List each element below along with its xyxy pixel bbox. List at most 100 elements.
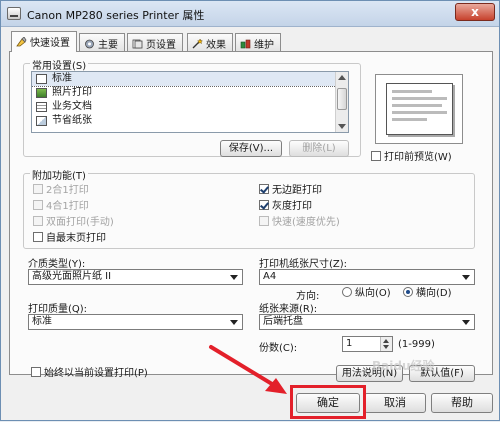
paper-source-select[interactable]: 后端托盘: [259, 314, 475, 330]
ok-button[interactable]: 确定: [296, 393, 360, 413]
quick-setup-icon: [16, 37, 27, 47]
paper-size-value: A4: [263, 271, 277, 282]
chevron-down-icon: [462, 275, 470, 280]
paper-size-label: 打印机纸张尺寸(Z):: [259, 259, 348, 270]
scroll-down-icon[interactable]: [338, 124, 346, 129]
checkbox[interactable]: [33, 200, 43, 210]
tab-effects[interactable]: 效果: [187, 33, 233, 51]
maintenance-icon: [240, 39, 251, 49]
paper-source-label: 纸张来源(R):: [259, 304, 318, 315]
grayscale-print-checkbox[interactable]: 灰度打印: [259, 200, 312, 214]
scroll-thumb[interactable]: [337, 88, 347, 110]
tab-label: 维护: [254, 40, 274, 51]
printer-icon: [7, 7, 21, 20]
print-quality-label: 打印质量(Q):: [28, 304, 88, 315]
chevron-down-icon[interactable]: [383, 345, 389, 349]
borderless-print-checkbox[interactable]: 无边距打印: [259, 184, 322, 198]
checkbox-label: 始终以当前设置打印(P): [44, 368, 148, 379]
radio-label: 纵向(O): [355, 288, 391, 299]
checkbox[interactable]: [259, 216, 269, 226]
watermark-text: Baidu经验: [372, 359, 435, 373]
tab-label: 效果: [206, 40, 226, 51]
spinner-buttons[interactable]: [380, 337, 392, 351]
document-icon: [36, 74, 47, 84]
checkbox[interactable]: [33, 184, 43, 194]
save-button[interactable]: 保存(V)...: [220, 140, 282, 157]
checkbox[interactable]: [33, 232, 43, 242]
radio[interactable]: [403, 287, 413, 297]
photo-icon: [36, 88, 47, 98]
list-item-label: 业务文档: [52, 101, 92, 112]
paper-saving-icon: [36, 116, 47, 126]
preview-before-print-checkbox[interactable]: 打印前预览(W): [371, 151, 452, 165]
tab-maintenance[interactable]: 维护: [235, 33, 281, 51]
chevron-down-icon: [230, 320, 238, 325]
print-from-last-page-checkbox[interactable]: 自最末页打印: [33, 232, 106, 246]
tab-label: 页设置: [146, 40, 176, 51]
checkbox-label: 灰度打印: [272, 201, 312, 212]
list-item-label: 节省纸张: [52, 115, 92, 126]
chevron-down-icon: [462, 320, 470, 325]
checkbox-label: 打印前预览(W): [384, 152, 452, 163]
paper-preview: [375, 74, 463, 144]
page-setup-icon: [132, 39, 143, 49]
tab-label: 快速设置: [30, 38, 70, 49]
chevron-down-icon: [230, 275, 238, 280]
print-quality-value: 标准: [32, 316, 52, 327]
paper-size-select[interactable]: A4: [259, 269, 475, 285]
media-type-select[interactable]: 高级光面照片纸 II: [28, 269, 243, 285]
checkbox[interactable]: [31, 367, 41, 377]
print-quality-select[interactable]: 标准: [28, 314, 243, 330]
copies-value: 1: [346, 338, 353, 349]
copies-label: 份数(C):: [259, 343, 298, 354]
close-button[interactable]: x: [455, 3, 495, 21]
list-item[interactable]: 业务文档: [32, 100, 348, 114]
checkbox[interactable]: [259, 200, 269, 210]
printer-properties-window: Canon MP280 series Printer 属性 x 快速设置 主要 …: [0, 0, 500, 421]
duplex-manual-checkbox[interactable]: 双面打印(手动): [33, 216, 114, 230]
common-settings-list[interactable]: 标准 照片打印 业务文档 节省纸张: [31, 71, 349, 133]
list-scrollbar[interactable]: [335, 72, 348, 132]
tab-quick-setup[interactable]: 快速设置: [11, 31, 77, 52]
list-item-label: 标准: [52, 73, 72, 84]
checkbox[interactable]: [371, 151, 381, 161]
title-bar[interactable]: Canon MP280 series Printer 属性 x: [1, 1, 499, 27]
checkbox[interactable]: [259, 184, 269, 194]
common-settings-label: 常用设置(S): [30, 57, 89, 72]
always-print-current-settings-checkbox[interactable]: 始终以当前设置打印(P): [31, 367, 148, 381]
chevron-up-icon[interactable]: [383, 339, 389, 343]
checkbox-label: 自最末页打印: [46, 233, 106, 244]
effects-icon: [192, 39, 203, 49]
radio-label: 横向(D): [416, 288, 452, 299]
list-item[interactable]: 标准: [32, 72, 348, 87]
checkbox-label: 2合1打印: [46, 185, 89, 196]
list-item[interactable]: 照片打印: [32, 86, 348, 100]
checkbox-label: 双面打印(手动): [46, 217, 114, 228]
portrait-radio[interactable]: 纵向(O): [342, 287, 391, 301]
list-item-label: 照片打印: [52, 87, 92, 98]
cancel-button[interactable]: 取消: [364, 393, 426, 413]
list-item[interactable]: 节省纸张: [32, 114, 348, 128]
help-button[interactable]: 帮助: [431, 393, 493, 413]
tab-main[interactable]: 主要: [79, 33, 125, 51]
media-type-label: 介质类型(Y):: [28, 259, 86, 270]
copies-range: (1-999): [398, 339, 435, 350]
scroll-up-icon[interactable]: [338, 75, 346, 80]
paper-source-value: 后端托盘: [263, 316, 303, 327]
two-on-one-checkbox[interactable]: 2合1打印: [33, 184, 89, 198]
landscape-radio[interactable]: 横向(D): [403, 287, 452, 301]
media-type-value: 高级光面照片纸 II: [32, 271, 112, 282]
fast-speed-priority-checkbox[interactable]: 快速(速度优先): [259, 216, 340, 230]
four-on-one-checkbox[interactable]: 4合1打印: [33, 200, 89, 214]
business-document-icon: [36, 102, 47, 112]
additional-features-label: 附加功能(T): [30, 167, 88, 182]
main-icon: [85, 39, 94, 49]
checkbox-label: 无边距打印: [272, 185, 322, 196]
copies-spinner[interactable]: 1: [342, 336, 393, 352]
delete-button[interactable]: 删除(L): [289, 140, 349, 157]
radio[interactable]: [342, 287, 352, 297]
checkbox-label: 4合1打印: [46, 201, 89, 212]
checkbox-label: 快速(速度优先): [272, 217, 340, 228]
checkbox[interactable]: [33, 216, 43, 226]
tab-page-setup[interactable]: 页设置: [127, 33, 183, 51]
